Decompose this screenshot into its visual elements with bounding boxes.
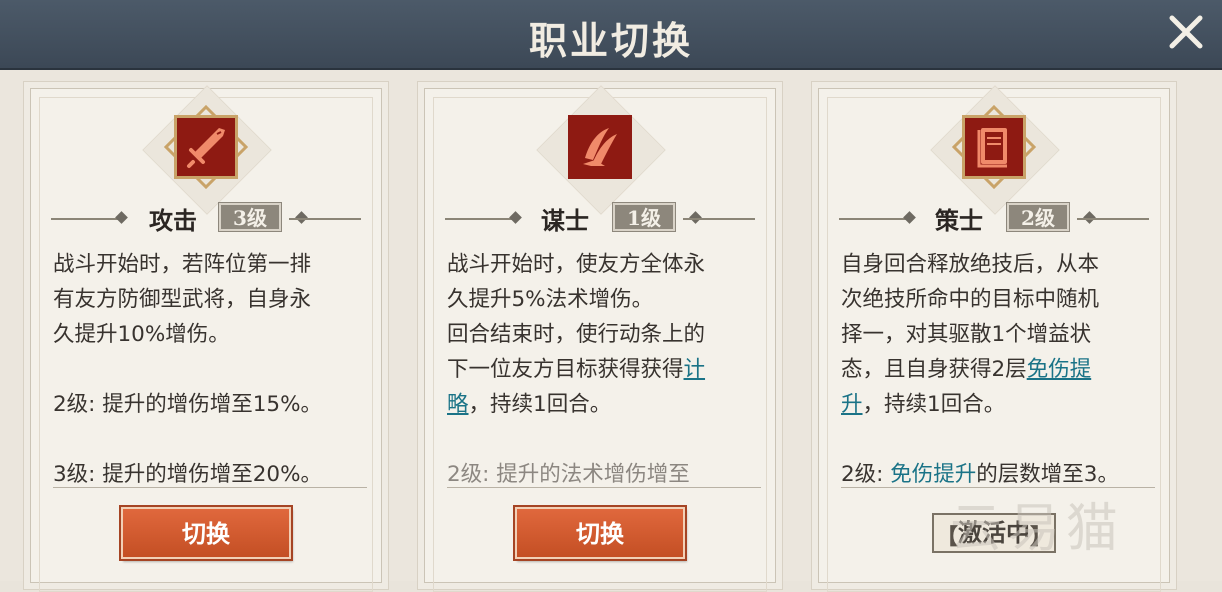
level-badge: 3级 — [218, 202, 282, 232]
level-badge: 1级 — [612, 202, 676, 232]
class-description: 战斗开始时，若阵位第一排 有友方防御型武将，自身永 久提升10%增伤。 2级: … — [53, 252, 323, 485]
keyword-link[interactable]: 略 — [447, 392, 469, 417]
class-name: 攻击 — [149, 206, 197, 235]
class-card-attack[interactable]: 攻击 3级 战斗开始时，若阵位第一排 有友方防御型武将，自身永 久提升10%增伤… — [30, 85, 382, 592]
icon-frame — [952, 105, 1036, 189]
icon-frame — [164, 105, 248, 189]
level-badge: 2级 — [1006, 202, 1070, 232]
switch-button[interactable]: 切换 — [121, 507, 291, 559]
keyword-link[interactable]: 计 — [684, 357, 706, 382]
keyword-link[interactable]: 升 — [841, 392, 863, 417]
class-name: 谋士 — [541, 206, 589, 235]
switch-button[interactable]: 切换 — [515, 507, 685, 559]
active-status-badge: 【 激活中 】 — [932, 513, 1056, 553]
title-bar: 职业切换 — [0, 0, 1222, 71]
divider — [53, 487, 367, 488]
keyword-link[interactable]: 免伤提 — [1027, 357, 1092, 382]
divider — [447, 487, 761, 488]
book-icon — [962, 115, 1026, 179]
keyword-link[interactable]: 免伤提升 — [890, 462, 976, 485]
sword-icon — [174, 115, 238, 179]
class-description: 自身回合释放绝技后，从本 次绝技所命中的目标中随机 择一，对其驱散1个增益状 态… — [841, 252, 1119, 485]
icon-frame — [558, 105, 642, 189]
class-description: 战斗开始时，使友方全体永 久提升5%法术增伤。 回合结束时，使行动条上的 下一位… — [447, 252, 706, 485]
claw-icon — [568, 115, 632, 179]
class-card-strategist[interactable]: 谋士 1级 战斗开始时，使友方全体永 久提升5%法术增伤。 回合结束时，使行动条… — [424, 85, 776, 592]
close-icon[interactable] — [1162, 8, 1210, 56]
class-card-tactician[interactable]: 策士 2级 自身回合释放绝技后，从本 次绝技所命中的目标中随机 择一，对其驱散1… — [818, 85, 1170, 592]
page-title: 职业切换 — [528, 18, 693, 63]
class-name: 策士 — [935, 206, 983, 235]
divider — [841, 487, 1155, 488]
